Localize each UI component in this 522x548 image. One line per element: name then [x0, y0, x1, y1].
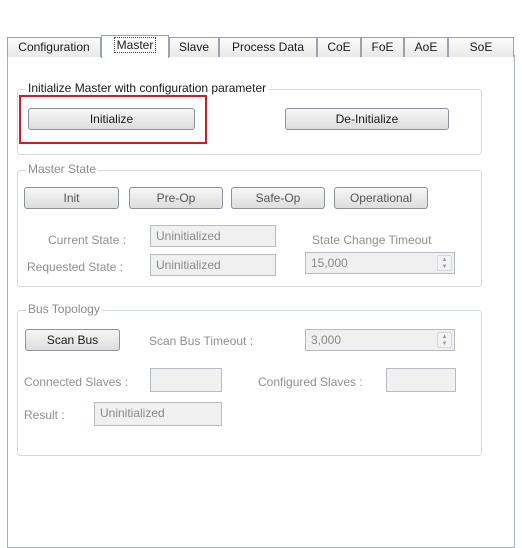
requested-state-label: Requested State :	[27, 260, 124, 274]
init-button[interactable]: Init	[24, 187, 119, 209]
tab-master-label: Master	[113, 37, 157, 53]
spin-down-icon[interactable]: ▼	[438, 263, 451, 270]
tab-process-data[interactable]: Process Data	[219, 37, 317, 57]
scan-bus-button[interactable]: Scan Bus	[25, 329, 120, 351]
requested-state-field: Uninitialized	[150, 254, 276, 276]
state-timeout-spinner[interactable]: ▲ ▼	[437, 255, 452, 271]
tab-foe[interactable]: FoE	[361, 37, 404, 57]
bus-topology-legend: Bus Topology	[26, 302, 102, 316]
initialize-button[interactable]: Initialize	[28, 108, 195, 130]
operational-button[interactable]: Operational	[334, 187, 428, 209]
master-state-legend: Master State	[26, 162, 99, 176]
configured-slaves-field	[386, 368, 456, 392]
state-change-timeout-label: State Change Timeout	[312, 233, 432, 247]
current-state-field: Uninitialized	[150, 225, 276, 247]
safeop-button[interactable]: Safe-Op	[231, 187, 325, 209]
connected-slaves-label: Connected Slaves :	[24, 375, 129, 389]
spin-up-icon[interactable]: ▲	[438, 333, 451, 340]
configured-slaves-label: Configured Slaves :	[258, 375, 363, 389]
tab-aoe[interactable]: AoE	[404, 37, 448, 57]
state-change-timeout-field[interactable]: 15,000	[305, 252, 455, 274]
tab-coe[interactable]: CoE	[317, 37, 361, 57]
preop-button[interactable]: Pre-Op	[129, 187, 223, 209]
spin-down-icon[interactable]: ▼	[438, 340, 451, 347]
tab-master[interactable]: Master	[101, 35, 169, 58]
scan-timeout-spinner[interactable]: ▲ ▼	[437, 332, 452, 348]
result-field: Uninitialized	[94, 402, 222, 426]
result-label: Result :	[24, 408, 65, 422]
tab-configuration[interactable]: Configuration	[7, 37, 101, 57]
scan-bus-timeout-field[interactable]: 3,000	[305, 329, 455, 351]
tab-soe[interactable]: SoE	[448, 37, 514, 57]
connected-slaves-field	[150, 368, 222, 392]
initialize-group-legend: Initialize Master with configuration par…	[26, 81, 269, 95]
spin-up-icon[interactable]: ▲	[438, 256, 451, 263]
current-state-label: Current State :	[48, 233, 127, 247]
scan-bus-timeout-label: Scan Bus Timeout :	[149, 334, 254, 348]
deinitialize-button[interactable]: De-Initialize	[285, 108, 449, 130]
tab-slave[interactable]: Slave	[169, 37, 219, 57]
